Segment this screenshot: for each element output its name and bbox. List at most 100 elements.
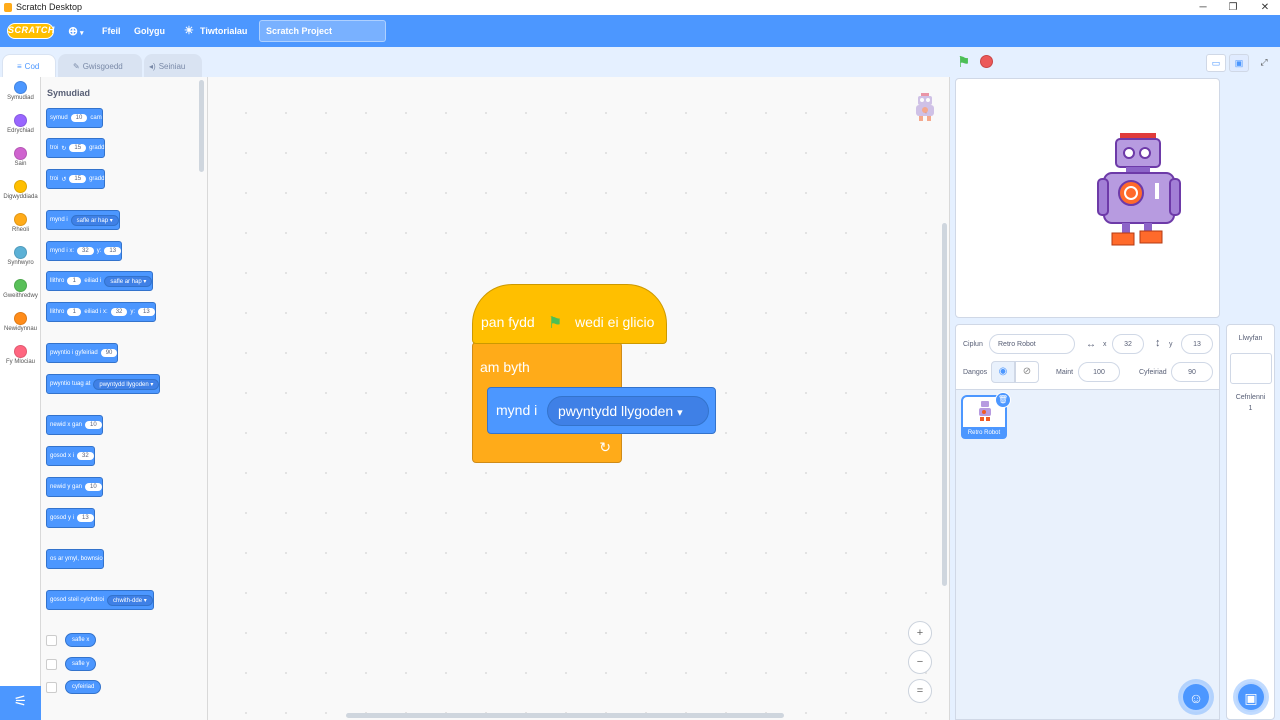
- block-point-direction[interactable]: pwyntio i gyfeiriad 90: [46, 343, 119, 363]
- stage[interactable]: [955, 78, 1220, 318]
- choose-backdrop-button[interactable]: ▣: [1236, 682, 1266, 712]
- sprite-thumbnail-name: Retro Robot: [961, 427, 1007, 439]
- show-sprite-button[interactable]: ◉: [991, 361, 1015, 383]
- when-flag-clicked-block[interactable]: pan fydd ⚑ wedi ei glicio: [472, 284, 667, 344]
- tab-code[interactable]: ≡ Cod: [2, 54, 56, 79]
- block-turn-left[interactable]: troi ↺ 15 gradd: [46, 169, 106, 189]
- menu-edit[interactable]: Golygu: [134, 26, 165, 36]
- backdrops-count: 1: [1248, 405, 1253, 412]
- block-set-x[interactable]: gosod x i 32: [46, 446, 95, 466]
- category-looks[interactable]: Edrychiad: [0, 114, 41, 144]
- block-glide-xy[interactable]: llithro 1 eiliad i x: 32 y: 13: [46, 302, 156, 322]
- x-position-input[interactable]: 32: [1112, 334, 1144, 354]
- category-my-blocks[interactable]: Fy Mlociau: [0, 345, 41, 375]
- y-arrow-icon: ↕: [1155, 337, 1161, 349]
- reporter-checkbox[interactable]: [46, 634, 57, 646]
- zoom-in-icon: +: [916, 627, 924, 639]
- add-extension-button[interactable]: ⚟: [0, 686, 41, 720]
- palette-scrollbar[interactable]: [199, 80, 204, 172]
- eye-slash-icon: ⊘: [1022, 366, 1032, 377]
- x-arrow-icon: ↔: [1086, 339, 1096, 350]
- backdrops-label: Cefnlenni: [1235, 394, 1266, 401]
- sprite-name-input[interactable]: Retro Robot: [989, 334, 1075, 354]
- category-menu: Symudiad Edrychiad Sain Digwyddiada Rheo…: [0, 77, 41, 720]
- zoom-reset-icon: =: [916, 685, 924, 697]
- block-turn-right[interactable]: troi ↻ 15 gradd: [46, 138, 106, 158]
- x-label: x: [1103, 341, 1107, 348]
- size-label: Maint: [1056, 369, 1074, 376]
- reporter-direction[interactable]: cyfeiriad: [46, 678, 102, 696]
- block-bounce[interactable]: os ar ymyl, bownsio: [46, 549, 104, 569]
- zoom-out-button[interactable]: −: [908, 650, 932, 674]
- maximize-button[interactable]: ❐: [1218, 0, 1248, 15]
- reporter-x-position[interactable]: safle x: [46, 631, 97, 649]
- extension-icon: ⚟: [13, 693, 28, 710]
- workspace-vertical-scrollbar[interactable]: [942, 223, 947, 586]
- speaker-icon: ◂): [149, 62, 156, 71]
- sprite-info-panel: Ciplun Retro Robot ↔ x 32 ↕ y 13 Dangos …: [955, 324, 1220, 390]
- project-title-input[interactable]: Scratch Project: [259, 20, 386, 42]
- small-stage-button[interactable]: ▭: [1206, 54, 1226, 72]
- tab-costumes[interactable]: ✎ Gwisgoedd: [58, 54, 142, 78]
- choose-sprite-button[interactable]: ☺: [1181, 682, 1211, 712]
- reporter-checkbox[interactable]: [46, 681, 57, 693]
- category-control[interactable]: Rheoli: [0, 213, 41, 243]
- block-rotation-style[interactable]: gosod steil cylchdroi chwith-dde ▾: [46, 590, 154, 610]
- code-icon: ≡: [17, 62, 22, 71]
- block-change-x[interactable]: newid x gan 10: [46, 415, 103, 435]
- category-dot: [14, 114, 27, 127]
- block-change-y[interactable]: newid y gan 10: [46, 477, 103, 497]
- menu-file[interactable]: Ffeil: [102, 26, 121, 36]
- block-set-y[interactable]: gosod y i 13: [46, 508, 95, 528]
- category-dot: [14, 213, 27, 226]
- globe-icon[interactable]: ⊕ ▾: [68, 24, 84, 38]
- scratch-logo[interactable]: SCRATCH: [7, 23, 54, 39]
- eye-icon: ◉: [998, 366, 1008, 377]
- menu-bar: SCRATCH ⊕ ▾ Ffeil Golygu ☀ Tiwtorialau S…: [0, 15, 1280, 47]
- block-glide[interactable]: llithro 1 eiliad i safle ar hap ▾: [46, 271, 154, 291]
- category-dot: [14, 81, 27, 94]
- tab-sounds[interactable]: ◂) Seiniau: [144, 54, 202, 78]
- size-input[interactable]: 100: [1078, 362, 1120, 382]
- y-position-input[interactable]: 13: [1181, 334, 1213, 354]
- reporter-checkbox[interactable]: [46, 658, 57, 670]
- rotate-left-icon: ↺: [61, 176, 67, 183]
- stop-button[interactable]: [980, 55, 993, 68]
- block-move-steps[interactable]: symud 10 cam: [46, 108, 103, 128]
- stage-panel-title: Llwyfan: [1238, 335, 1263, 342]
- category-operators[interactable]: Gweithredwy: [0, 279, 41, 309]
- window-title: Scratch Desktop: [16, 2, 83, 12]
- menu-tutorials[interactable]: Tiwtorialau: [200, 26, 247, 36]
- category-sensing[interactable]: Synhwyro: [0, 246, 41, 276]
- close-button[interactable]: ✕: [1250, 0, 1280, 15]
- sprite-list: [955, 390, 1220, 720]
- minimize-button[interactable]: ─: [1188, 0, 1218, 15]
- category-events[interactable]: Digwyddiada: [0, 180, 41, 210]
- sprite-label: Ciplun: [963, 341, 983, 348]
- category-variables[interactable]: Newidynnau: [0, 312, 41, 342]
- go-to-block[interactable]: mynd i pwyntydd llygoden ▾: [487, 387, 716, 434]
- block-go-to[interactable]: mynd i safle ar hap ▾: [46, 210, 120, 230]
- direction-input[interactable]: 90: [1171, 362, 1213, 382]
- reporter-y-position[interactable]: safle y: [46, 655, 97, 673]
- category-dot: [14, 279, 27, 292]
- brush-icon: ✎: [73, 62, 80, 71]
- zoom-in-button[interactable]: +: [908, 621, 932, 645]
- stage-selector[interactable]: Llwyfan Cefnlenni 1: [1226, 324, 1275, 720]
- fullscreen-button[interactable]: ⤢: [1254, 54, 1274, 72]
- block-go-to-xy[interactable]: mynd i x: 32 y: 13: [46, 241, 123, 261]
- go-to-target-dropdown[interactable]: pwyntydd llygoden ▾: [547, 396, 709, 426]
- backdrop-thumbnail[interactable]: [1229, 353, 1272, 384]
- scratch-cat-icon: [4, 3, 12, 12]
- image-plus-icon: ▣: [1244, 690, 1258, 706]
- green-flag-button[interactable]: ⚑: [957, 53, 970, 71]
- category-sound[interactable]: Sain: [0, 147, 41, 177]
- category-motion[interactable]: Symudiad: [0, 81, 41, 111]
- delete-sprite-button[interactable]: 🗑: [995, 392, 1011, 408]
- large-stage-button[interactable]: ▣: [1229, 54, 1249, 72]
- workspace-horizontal-scrollbar[interactable]: [346, 713, 784, 718]
- retro-robot-sprite[interactable]: [1096, 129, 1182, 251]
- zoom-reset-button[interactable]: =: [908, 679, 932, 703]
- hide-sprite-button[interactable]: ⊘: [1015, 361, 1039, 383]
- block-point-towards[interactable]: pwyntio tuag at pwyntydd llygoden ▾: [46, 374, 161, 394]
